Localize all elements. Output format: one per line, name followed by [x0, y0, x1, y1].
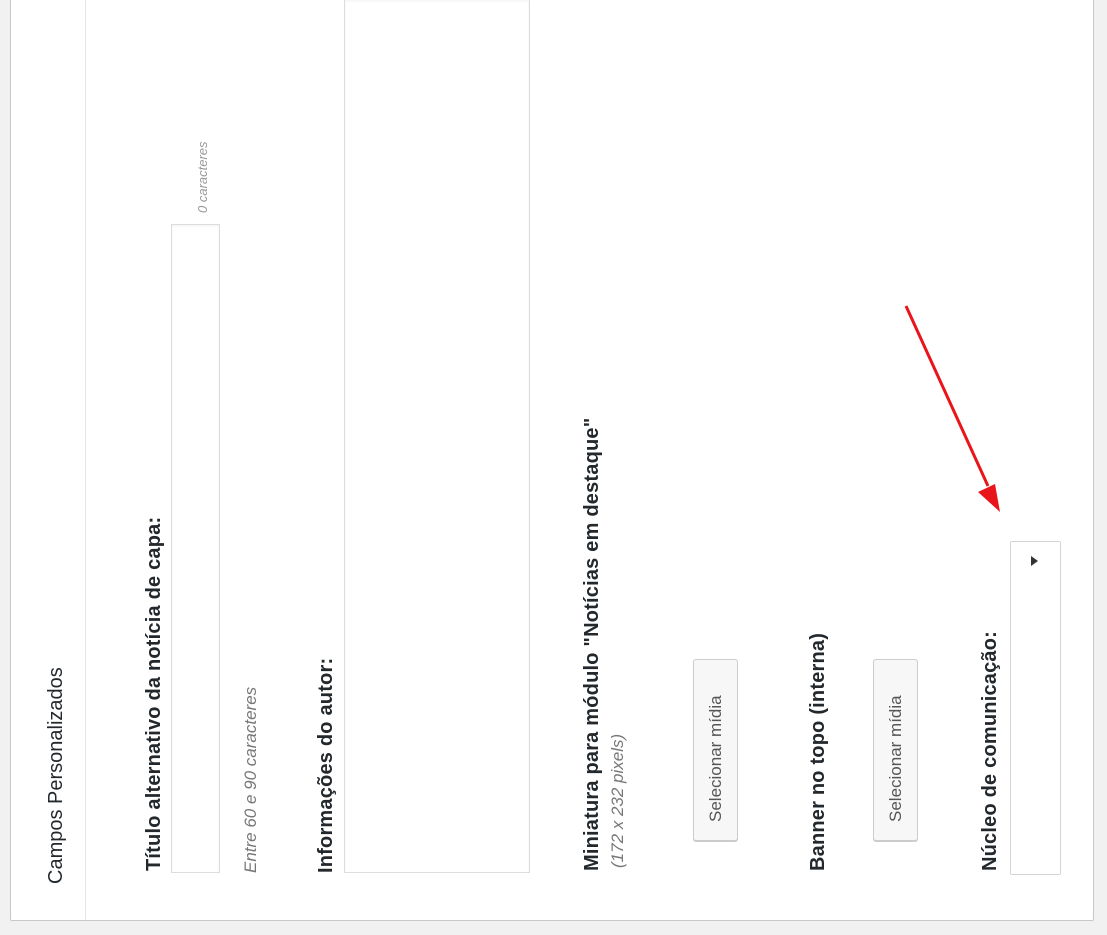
annotation-arrow-shaft [904, 305, 990, 487]
annotation-arrow [904, 305, 1000, 512]
annotation-arrow-head [978, 484, 1000, 512]
